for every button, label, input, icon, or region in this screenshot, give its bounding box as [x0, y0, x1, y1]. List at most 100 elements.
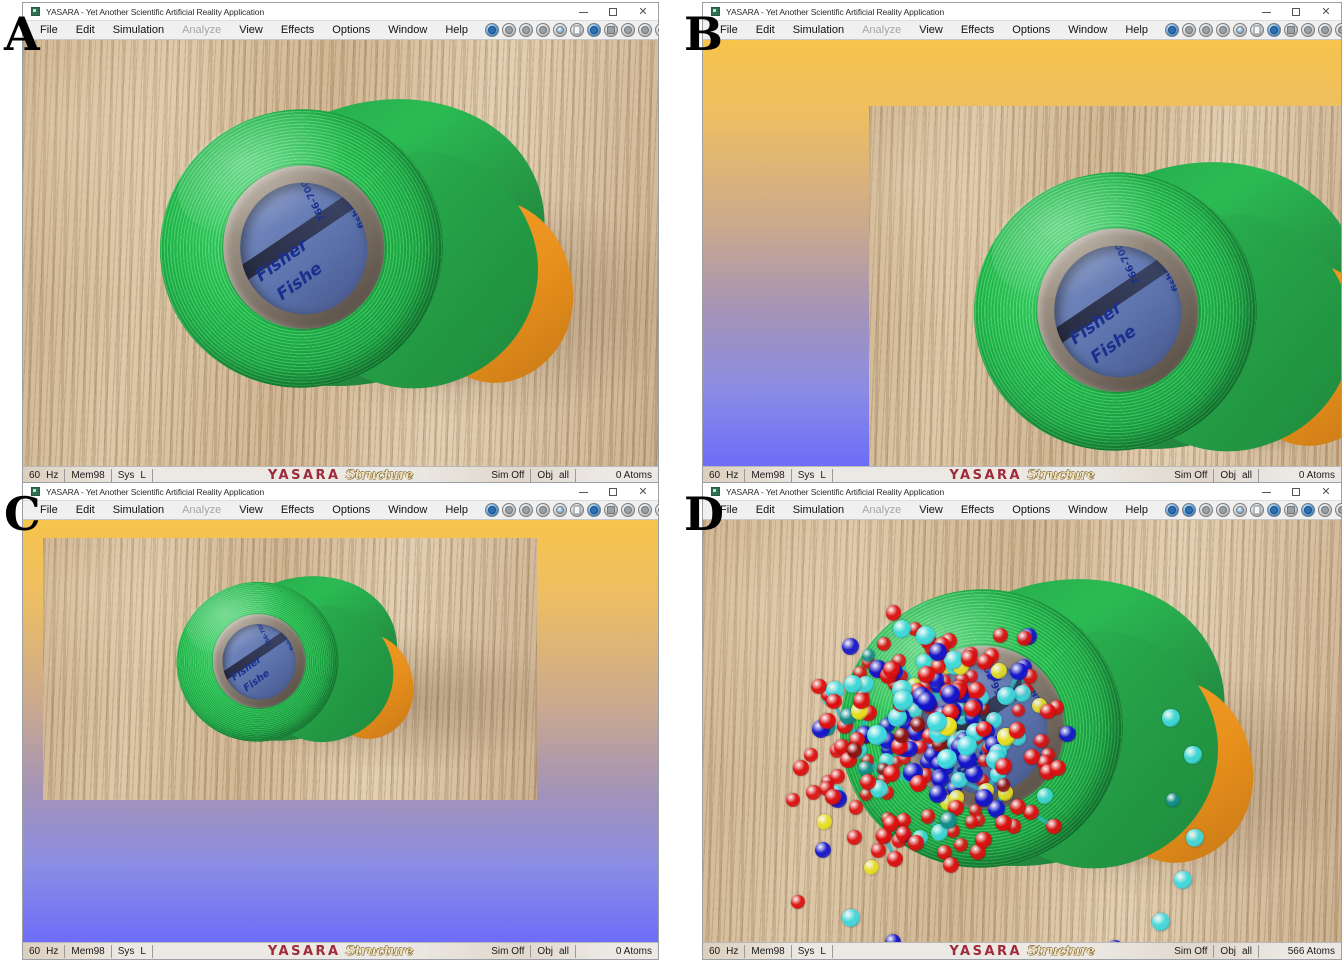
menu-help[interactable]: Help: [1116, 501, 1157, 520]
undo-icon[interactable]: [501, 503, 516, 517]
center-view-icon[interactable]: [620, 23, 635, 37]
redo-icon[interactable]: [518, 503, 533, 517]
menu-edit[interactable]: Edit: [67, 21, 104, 40]
table-icon[interactable]: [535, 503, 550, 517]
close-icon[interactable]: ✕: [1311, 483, 1341, 501]
title-bar[interactable]: YASARA - Yet Another Scientific Artifici…: [23, 3, 658, 21]
table-icon[interactable]: [535, 23, 550, 37]
menu-view[interactable]: View: [910, 21, 952, 40]
atom-count: 0 Atoms: [615, 945, 652, 957]
save-disk-icon[interactable]: [1283, 23, 1298, 37]
menu-window[interactable]: Window: [379, 21, 436, 40]
minimize-icon[interactable]: [1251, 3, 1281, 21]
globe-icon[interactable]: [1232, 503, 1247, 517]
menu-options[interactable]: Options: [1003, 501, 1059, 520]
navigate-icon[interactable]: [484, 23, 499, 37]
globe-icon[interactable]: [552, 23, 567, 37]
title-bar[interactable]: YASARA - Yet Another Scientific Artifici…: [23, 483, 658, 501]
open-folder-icon[interactable]: [586, 503, 601, 517]
maximize-icon[interactable]: [1281, 3, 1311, 21]
save-disk-icon[interactable]: [603, 23, 618, 37]
new-page-icon[interactable]: [569, 503, 584, 517]
menu-effects[interactable]: Effects: [952, 21, 1003, 40]
title-bar[interactable]: YASARA - Yet Another Scientific Artifici…: [703, 483, 1341, 501]
close-icon[interactable]: ✕: [628, 3, 658, 21]
atom-count: 566 Atoms: [1287, 945, 1335, 957]
maximize-icon[interactable]: [1281, 483, 1311, 501]
navigate-icon[interactable]: [1164, 503, 1179, 517]
step-forward-icon[interactable]: [1334, 23, 1342, 37]
redo-icon[interactable]: [1198, 503, 1213, 517]
open-folder-icon[interactable]: [1266, 503, 1281, 517]
menu-options[interactable]: Options: [1003, 21, 1059, 40]
title-bar[interactable]: YASARA - Yet Another Scientific Artifici…: [703, 3, 1341, 21]
table-icon[interactable]: [1215, 23, 1230, 37]
maximize-icon[interactable]: [598, 3, 628, 21]
save-disk-icon[interactable]: [603, 503, 618, 517]
minimize-icon[interactable]: [568, 483, 598, 501]
menu-options[interactable]: Options: [323, 501, 379, 520]
viewport-d[interactable]: Fisher Fishe 766-7000 fishersci.com: [703, 520, 1341, 942]
menu-edit[interactable]: Edit: [747, 501, 784, 520]
redo-icon[interactable]: [1198, 23, 1213, 37]
menu-simulation[interactable]: Simulation: [104, 21, 173, 40]
center-view-icon[interactable]: [1300, 503, 1315, 517]
viewport-c[interactable]: Fisher Fishe 766-7000 fishersci.com: [23, 520, 658, 942]
menu-view[interactable]: View: [230, 21, 272, 40]
redo-icon[interactable]: [518, 23, 533, 37]
undo-icon[interactable]: [1181, 503, 1196, 517]
minimize-icon[interactable]: [1251, 483, 1281, 501]
table-icon[interactable]: [1215, 503, 1230, 517]
menu-analyze: Analyze: [182, 503, 222, 516]
menu-options[interactable]: Options: [323, 21, 379, 40]
menu-edit[interactable]: Edit: [67, 501, 104, 520]
panel-d: YASARA - Yet Another Scientific Artifici…: [702, 482, 1342, 960]
menu-simulation[interactable]: Simulation: [784, 501, 853, 520]
minimize-icon[interactable]: [568, 3, 598, 21]
step-forward-icon[interactable]: [1334, 503, 1342, 517]
center-view-icon[interactable]: [620, 503, 635, 517]
step-back-icon[interactable]: [1317, 23, 1332, 37]
new-page-icon[interactable]: [569, 23, 584, 37]
undo-icon[interactable]: [501, 23, 516, 37]
viewport-a[interactable]: Fisher Fishe 766-7000 fishersci.com: [23, 40, 658, 466]
step-back-icon[interactable]: [637, 23, 652, 37]
menu-edit[interactable]: Edit: [747, 21, 784, 40]
menu-view[interactable]: View: [230, 501, 272, 520]
open-folder-icon[interactable]: [586, 23, 601, 37]
globe-icon[interactable]: [1232, 23, 1247, 37]
logo-primary: YASARA: [267, 943, 341, 959]
object-value: all: [1241, 469, 1252, 481]
close-icon[interactable]: ✕: [628, 483, 658, 501]
new-page-icon[interactable]: [1249, 503, 1264, 517]
toolbar: [1164, 23, 1342, 37]
close-icon[interactable]: ✕: [1311, 3, 1341, 21]
save-disk-icon[interactable]: [1283, 503, 1298, 517]
viewport-b[interactable]: Fisher Fishe 766-7000 fishersci.com: [703, 40, 1341, 466]
navigate-icon[interactable]: [484, 503, 499, 517]
navigate-icon[interactable]: [1164, 23, 1179, 37]
menu-help[interactable]: Help: [1116, 21, 1157, 40]
menu-simulation[interactable]: Simulation: [104, 501, 173, 520]
step-back-icon[interactable]: [1317, 503, 1332, 517]
menu-window[interactable]: Window: [1059, 21, 1116, 40]
maximize-icon[interactable]: [598, 483, 628, 501]
menu-simulation[interactable]: Simulation: [784, 21, 853, 40]
menu-help[interactable]: Help: [436, 21, 477, 40]
menu-window[interactable]: Window: [1059, 501, 1116, 520]
menu-effects[interactable]: Effects: [952, 501, 1003, 520]
logo-secondary: Structure: [345, 943, 414, 959]
menu-effects[interactable]: Effects: [272, 21, 323, 40]
step-forward-icon[interactable]: [654, 503, 659, 517]
undo-icon[interactable]: [1181, 23, 1196, 37]
menu-window[interactable]: Window: [379, 501, 436, 520]
globe-icon[interactable]: [552, 503, 567, 517]
center-view-icon[interactable]: [1300, 23, 1315, 37]
menu-effects[interactable]: Effects: [272, 501, 323, 520]
new-page-icon[interactable]: [1249, 23, 1264, 37]
menu-help[interactable]: Help: [436, 501, 477, 520]
menu-view[interactable]: View: [910, 501, 952, 520]
open-folder-icon[interactable]: [1266, 23, 1281, 37]
step-back-icon[interactable]: [637, 503, 652, 517]
step-forward-icon[interactable]: [654, 23, 659, 37]
